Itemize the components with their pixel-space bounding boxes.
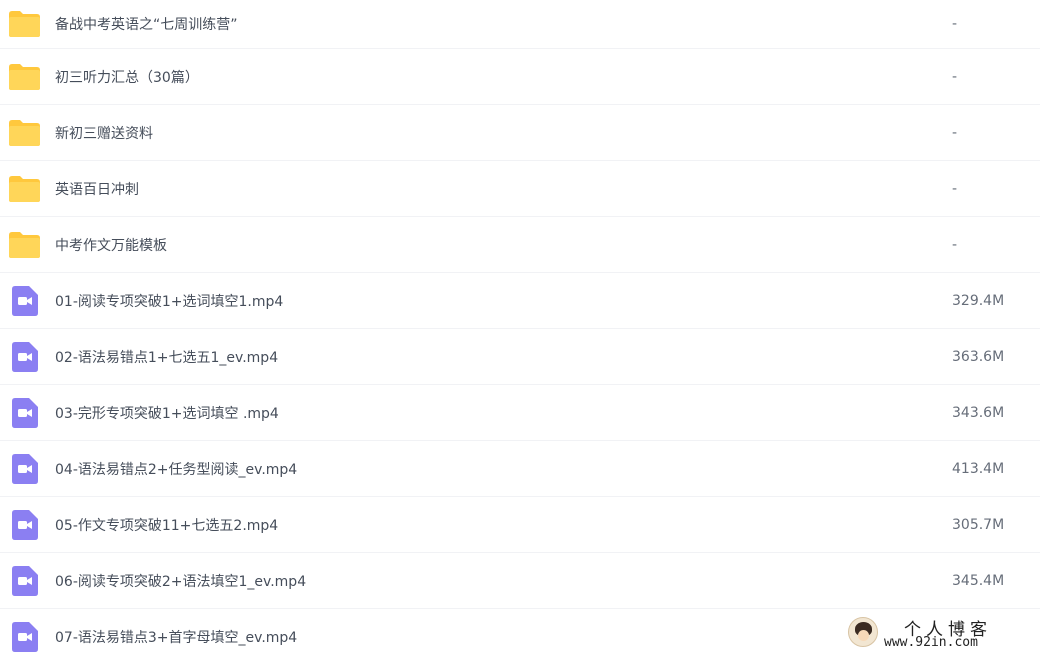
list-item[interactable]: 中考作文万能模板 -: [0, 217, 1040, 273]
avatar: [848, 617, 878, 647]
video-icon: [8, 397, 41, 428]
file-size: 363.6M: [952, 348, 1005, 365]
file-size: -: [952, 68, 958, 85]
folder-icon: [8, 9, 41, 39]
list-item[interactable]: 04-语法易错点2+任务型阅读_ev.mp4 413.4M: [0, 441, 1040, 497]
video-icon: [8, 509, 41, 540]
file-size: -: [952, 180, 958, 197]
video-icon: [8, 285, 41, 316]
file-name: 中考作文万能模板: [55, 237, 167, 254]
file-size: 305.7M: [952, 516, 1005, 533]
file-size: 345.4M: [952, 572, 1005, 589]
watermark-url: www.92in.com: [884, 635, 978, 650]
file-size: 343.6M: [952, 404, 1005, 421]
list-item[interactable]: 03-完形专项突破1+选词填空 .mp4 343.6M: [0, 385, 1040, 441]
list-item[interactable]: 新初三赠送资料 -: [0, 105, 1040, 161]
file-name: 01-阅读专项突破1+选词填空1.mp4: [55, 293, 284, 310]
file-name: 04-语法易错点2+任务型阅读_ev.mp4: [55, 461, 298, 478]
list-item[interactable]: 英语百日冲刺 -: [0, 161, 1040, 217]
file-name: 备战中考英语之“七周训练营”: [55, 17, 238, 33]
file-name: 05-作文专项突破11+七选五2.mp4: [55, 517, 279, 534]
list-item[interactable]: 01-阅读专项突破1+选词填空1.mp4 329.4M: [0, 273, 1040, 329]
file-name: 06-阅读专项突破2+语法填空1_ev.mp4: [55, 573, 307, 590]
video-icon: [8, 341, 41, 372]
video-icon: [8, 622, 41, 652]
file-name: 02-语法易错点1+七选五1_ev.mp4: [55, 349, 279, 366]
file-name: 新初三赠送资料: [55, 125, 153, 142]
file-size: 329.4M: [952, 292, 1005, 309]
list-item[interactable]: 02-语法易错点1+七选五1_ev.mp4 363.6M: [0, 329, 1040, 385]
file-name: 07-语法易错点3+首字母填空_ev.mp4: [55, 630, 298, 646]
file-list: 备战中考英语之“七周训练营” - 初三听力汇总（30篇） - 新初三赠送资料 -: [0, 0, 1040, 665]
folder-icon: [8, 118, 41, 148]
list-item[interactable]: 备战中考英语之“七周训练营” -: [0, 0, 1040, 49]
file-name: 初三听力汇总（30篇）: [55, 69, 199, 86]
list-item[interactable]: 05-作文专项突破11+七选五2.mp4 305.7M: [0, 497, 1040, 553]
video-icon: [8, 453, 41, 484]
video-icon: [8, 565, 41, 596]
folder-icon: [8, 174, 41, 204]
file-name: 英语百日冲刺: [55, 181, 139, 198]
list-item[interactable]: 初三听力汇总（30篇） -: [0, 49, 1040, 105]
file-size: -: [952, 124, 958, 141]
folder-icon: [8, 230, 41, 260]
folder-icon: [8, 62, 41, 92]
file-name: 03-完形专项突破1+选词填空 .mp4: [55, 405, 279, 422]
file-size: -: [952, 236, 958, 253]
file-size: 413.4M: [952, 460, 1005, 477]
file-size: -: [952, 16, 958, 32]
watermark: 个人博客 www.92in.com: [848, 615, 1028, 653]
list-item[interactable]: 06-阅读专项突破2+语法填空1_ev.mp4 345.4M: [0, 553, 1040, 609]
